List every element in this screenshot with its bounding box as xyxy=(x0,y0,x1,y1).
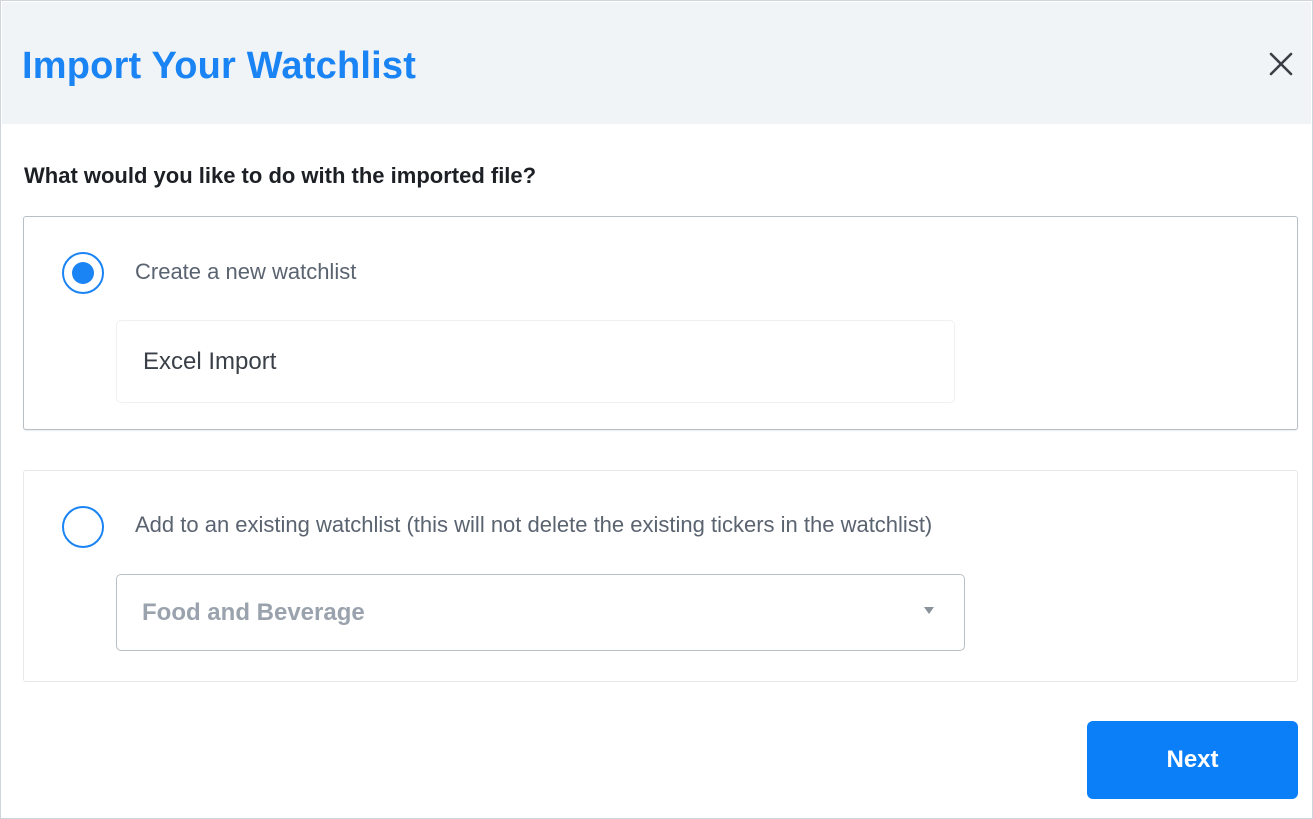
import-question: What would you like to do with the impor… xyxy=(24,163,537,188)
option-card-create-new: Create a new watchlist xyxy=(23,216,1298,430)
close-button[interactable] xyxy=(1259,42,1303,86)
dialog-header: Import Your Watchlist xyxy=(2,2,1311,124)
radio-add-existing[interactable] xyxy=(62,506,104,548)
existing-watchlist-select[interactable]: Food and Beverage xyxy=(116,574,965,651)
close-icon xyxy=(1269,52,1293,76)
next-button[interactable]: Next xyxy=(1087,721,1298,799)
dialog-title: Import Your Watchlist xyxy=(22,45,417,87)
option-card-add-existing: Add to an existing watchlist (this will … xyxy=(23,470,1298,682)
select-value: Food and Beverage xyxy=(142,599,365,626)
import-watchlist-dialog: Import Your Watchlist What would you lik… xyxy=(0,0,1313,819)
option-label-create-new[interactable]: Create a new watchlist xyxy=(135,256,356,288)
radio-create-new[interactable] xyxy=(62,252,104,294)
caret-down-icon xyxy=(924,607,934,614)
option-label-add-existing[interactable]: Add to an existing watchlist (this will … xyxy=(135,509,932,541)
new-watchlist-name-input[interactable] xyxy=(116,320,955,403)
